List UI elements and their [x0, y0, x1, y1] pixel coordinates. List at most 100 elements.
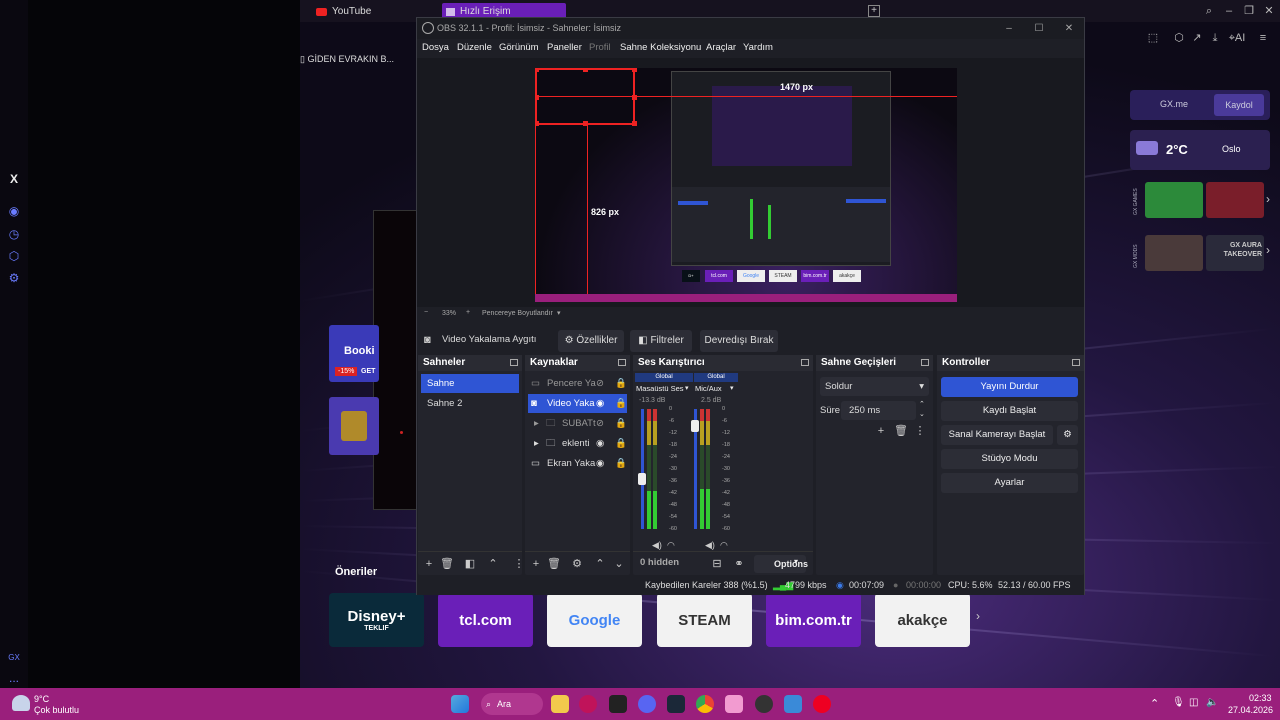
undock-icon[interactable] [510, 359, 518, 366]
chevron-up-icon[interactable]: ⌃ [592, 556, 608, 572]
properties-button[interactable]: ⚙ Özellikler [558, 330, 624, 352]
hero-wars-card[interactable] [329, 397, 379, 455]
app-icon[interactable] [725, 695, 743, 713]
eye-icon[interactable]: ◉ [596, 394, 604, 413]
minimize-icon[interactable]: – [994, 18, 1024, 39]
start-recording-button[interactable]: Kaydı Başlat [941, 401, 1078, 421]
more-icon[interactable]: ... [6, 670, 22, 686]
chevron-down-icon[interactable]: ▾ [557, 309, 561, 317]
menu-profil[interactable]: Profil [589, 42, 611, 53]
steam-icon[interactable] [667, 695, 685, 713]
lock-icon[interactable]: 🔒 [615, 434, 627, 453]
add-icon[interactable]: + [873, 423, 889, 439]
preview-area[interactable]: 1470 px 826 px D+ tcl.com Google STEAM b… [417, 58, 1084, 307]
opera-gx-icon[interactable] [579, 695, 597, 713]
discord-icon[interactable] [638, 695, 656, 713]
spin-up-icon[interactable]: ⌃ [919, 400, 925, 408]
eye-icon[interactable]: ◉ [596, 434, 604, 453]
chevron-down-icon[interactable]: ▾ [685, 384, 689, 392]
link-icon[interactable]: ⚭ [731, 556, 747, 572]
speaker-icon[interactable]: ◀) [705, 540, 715, 551]
trash-icon[interactable]: 🗑 [893, 423, 909, 439]
history-icon[interactable]: ◷ [6, 226, 22, 242]
headphone-icon[interactable]: ◠ [720, 540, 728, 551]
gear-icon[interactable]: ⚙ [569, 556, 585, 572]
add-icon[interactable]: + [528, 556, 544, 572]
undock-icon[interactable] [801, 359, 809, 366]
suggestion-tile[interactable]: Google [547, 593, 642, 647]
search-icon[interactable]: ⌕ [1202, 4, 1216, 18]
chevron-right-icon[interactable]: › [976, 609, 980, 623]
eye-icon[interactable]: ◉ [596, 454, 604, 473]
eye-hidden-icon[interactable]: ⊘ [596, 414, 604, 433]
source-item[interactable]: ▸ 🗀 SUBATt ⊘ 🔒 [528, 414, 627, 433]
obs-icon[interactable] [755, 695, 773, 713]
menu-sahne-koleksiyonu[interactable]: Sahne Koleksiyonu [620, 42, 701, 53]
game-thumbnail[interactable] [1145, 182, 1203, 218]
restore-icon[interactable]: ❐ [1242, 4, 1256, 18]
menu-yardim[interactable]: Yardım [743, 42, 773, 53]
maximize-icon[interactable]: ☐ [1024, 18, 1054, 39]
zoom-in-button[interactable]: + [466, 309, 470, 316]
chevron-up-icon[interactable]: ⌃ [485, 556, 501, 572]
channel-name[interactable]: Masaüstü Ses [636, 384, 686, 394]
options-button[interactable]: Options [754, 555, 808, 573]
chevron-up-icon[interactable]: ⌃ [1150, 697, 1159, 710]
extensions-icon[interactable]: ⬡ [6, 248, 22, 264]
trash-icon[interactable]: 🗑 [439, 556, 455, 572]
chrome-icon[interactable] [696, 695, 714, 713]
trash-icon[interactable]: 🗑 [546, 556, 562, 572]
player-icon[interactable]: ◉ [6, 203, 22, 219]
transition-select[interactable]: Soldur ▾ [820, 377, 929, 396]
start-virtual-camera-button[interactable]: Sanal Kamerayı Başlat [941, 425, 1053, 445]
layout-icon[interactable]: ⊟ [709, 556, 725, 572]
undock-icon[interactable] [618, 359, 626, 366]
selected-source-box[interactable] [535, 68, 637, 126]
suggestion-tile[interactable]: akakçe [875, 593, 970, 647]
app-icon[interactable] [784, 695, 802, 713]
undock-icon[interactable] [1072, 359, 1080, 366]
expand-icon[interactable]: ▸ [534, 434, 539, 453]
source-item[interactable]: ▸ 🗀 eklenti ◉ 🔒 [528, 434, 627, 453]
chevron-down-icon[interactable]: ▾ [794, 557, 798, 566]
filter-icon[interactable]: ◧ [462, 556, 478, 572]
studio-mode-button[interactable]: Stüdyo Modu [941, 449, 1078, 469]
mod-thumbnail[interactable]: GX AURA TAKEOVER [1206, 235, 1264, 271]
windows-start-icon[interactable] [451, 695, 469, 713]
source-item[interactable]: ▭ Pencere Ya ⊘ 🔒 [528, 374, 627, 393]
menu-paneller[interactable]: Paneller [547, 42, 582, 53]
resize-handle[interactable] [535, 121, 539, 126]
volume-slider-handle[interactable] [638, 472, 646, 485]
filters-button[interactable]: ◧ Filtreler [630, 330, 692, 352]
eye-hidden-icon[interactable]: ⊘ [596, 374, 604, 393]
ai-icon[interactable]: ⌖AI [1226, 31, 1248, 45]
minimize-icon[interactable]: – [1222, 4, 1236, 18]
settings-icon[interactable]: ⚙ [6, 270, 22, 286]
duration-input[interactable]: 250 ms [841, 401, 916, 420]
weather-icon[interactable] [12, 695, 30, 711]
lock-icon[interactable]: 🔒 [615, 374, 627, 393]
new-tab-button[interactable]: + [868, 5, 880, 17]
channel-name[interactable]: Mic/Aux [695, 384, 727, 394]
spin-down-icon[interactable]: ⌄ [919, 410, 925, 418]
gxme-widget[interactable]: GX.me Kaydol [1130, 90, 1270, 120]
snapshot-icon[interactable]: ⬚ [1146, 31, 1160, 45]
game-thumbnail[interactable] [1206, 182, 1264, 218]
resize-handle[interactable] [632, 68, 637, 72]
lock-icon[interactable]: 🔒 [615, 394, 627, 413]
suggestion-tile[interactable]: bim.com.tr [766, 593, 861, 647]
bookmark-giden-evrak[interactable]: ▯ GİDEN EVRAKIN B... [300, 54, 394, 65]
gx-logo-icon[interactable]: GX [6, 650, 22, 666]
preview-canvas[interactable]: 1470 px 826 px D+ tcl.com Google STEAM b… [535, 68, 957, 302]
suggestion-tile[interactable]: Disney+ TEKLIF [329, 593, 424, 647]
resize-handle[interactable] [632, 95, 637, 100]
chevron-right-icon[interactable]: › [1266, 192, 1270, 206]
chevron-down-icon[interactable]: ▾ [730, 384, 734, 392]
x-icon[interactable]: X [6, 171, 22, 187]
menu-duzenle[interactable]: Düzenle [457, 42, 492, 53]
menu-araclar[interactable]: Araçlar [706, 42, 736, 53]
volume-icon[interactable]: 🔈 [1206, 697, 1218, 708]
epic-games-icon[interactable] [609, 695, 627, 713]
booking-card[interactable]: Booki -15% GET [329, 325, 379, 382]
resize-handle[interactable] [583, 121, 588, 126]
